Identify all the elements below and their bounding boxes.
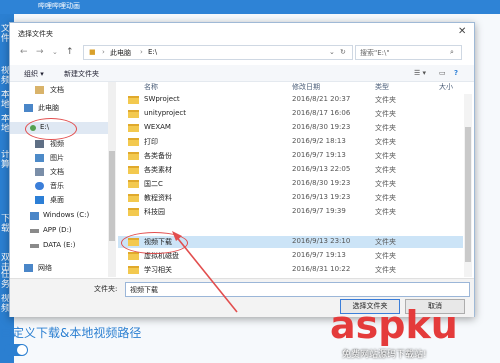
watermark: aspku 免费网站源码下载站! [330, 305, 500, 363]
arrow-head [172, 231, 182, 241]
watermark-tagline: 免费网站源码下载站! [342, 350, 427, 360]
arrow-shaft [174, 234, 238, 313]
watermark-logo: aspku [330, 303, 458, 347]
